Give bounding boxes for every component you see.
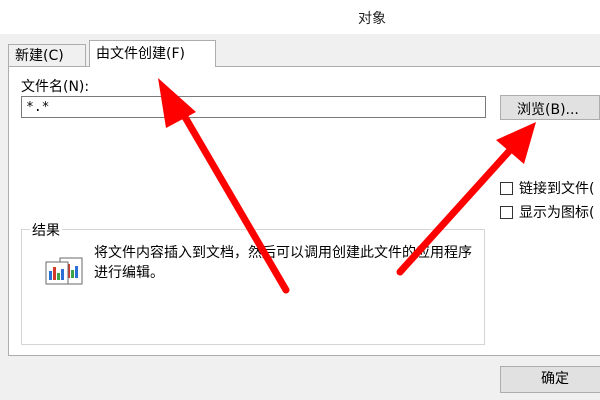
filename-input[interactable]: [21, 96, 486, 118]
document-chart-icon: [45, 257, 83, 285]
checkbox-box[interactable]: [500, 206, 513, 219]
display-as-icon-label: 显示为图标(: [519, 205, 595, 221]
result-description: 将文件内容插入到文档，然后可以调用创建此文件的应用程序进行编辑。: [94, 245, 472, 281]
title-bar: 对象: [0, 0, 600, 34]
checkbox-box[interactable]: [500, 182, 513, 195]
insert-object-dialog: 对象 新建(C) 由文件创建(F) 文件名(N): 浏览(B)... 链接到文件…: [0, 0, 600, 400]
tab-new[interactable]: 新建(C): [8, 44, 86, 66]
dialog-title: 对象: [358, 11, 386, 27]
ok-button[interactable]: 确定: [500, 366, 600, 393]
result-group-label: 结果: [30, 220, 62, 240]
tab-create-from-file[interactable]: 由文件创建(F): [89, 40, 216, 67]
link-to-file-label: 链接到文件(: [519, 181, 595, 197]
display-as-icon-checkbox[interactable]: 显示为图标(: [500, 202, 594, 222]
link-to-file-checkbox[interactable]: 链接到文件(: [500, 178, 594, 198]
filename-label: 文件名(N):: [21, 79, 90, 95]
browse-button[interactable]: 浏览(B)...: [500, 95, 600, 120]
